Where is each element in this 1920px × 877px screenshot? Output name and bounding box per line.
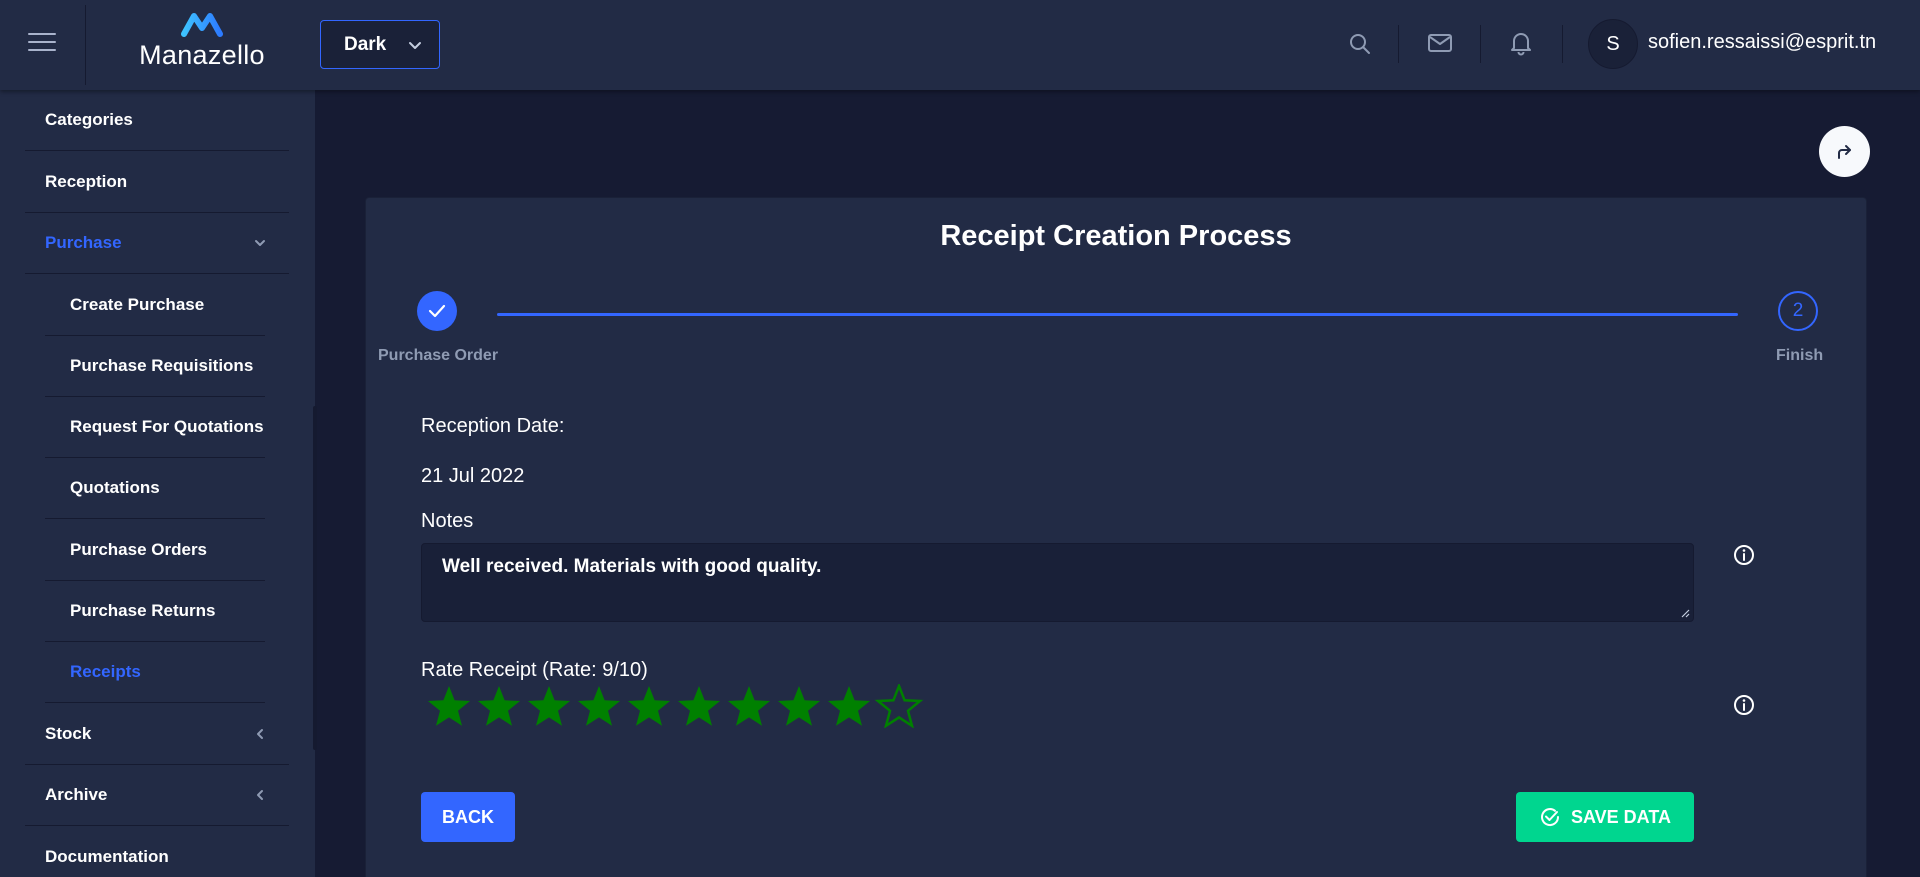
sidebar-item-request-for-quotations[interactable]: Request For Quotations xyxy=(45,397,265,458)
notes-textarea[interactable]: Well received. Materials with good quali… xyxy=(421,543,1694,622)
chevron-left-icon xyxy=(257,790,263,800)
top-header: Manazello Dark S sofien.ressaissi@esprit… xyxy=(0,0,1920,90)
star-filled-icon[interactable] xyxy=(474,684,524,728)
sidebar-item-create-purchase[interactable]: Create Purchase xyxy=(45,275,265,336)
sidebar-item-quotations[interactable]: Quotations xyxy=(45,458,265,519)
sidebar-item-label: Purchase Requisitions xyxy=(70,356,254,375)
info-icon[interactable] xyxy=(1733,694,1755,716)
logo-text: Manazello xyxy=(139,40,265,70)
sidebar-item-label: Reception xyxy=(45,172,128,191)
reception-date-label: Reception Date: xyxy=(421,415,565,437)
star-filled-icon[interactable] xyxy=(774,684,824,728)
user-email[interactable]: sofien.ressaissi@esprit.tn xyxy=(1648,31,1876,54)
sidebar-item-reception[interactable]: Reception xyxy=(25,152,289,213)
redo-arrow-icon xyxy=(1837,144,1851,159)
sidebar-item-label: Stock xyxy=(45,724,92,743)
search-icon[interactable] xyxy=(1349,33,1371,55)
theme-select-value: Dark xyxy=(344,33,387,55)
star-filled-icon[interactable] xyxy=(574,684,624,728)
check-circle-icon xyxy=(1540,808,1559,826)
star-filled-icon[interactable] xyxy=(424,684,474,728)
step-2-label: Finish xyxy=(1776,347,1824,364)
sidebar-item-label: Documentation xyxy=(45,846,169,866)
sidebar-scrollbar[interactable] xyxy=(313,406,317,750)
chevron-down-icon xyxy=(409,42,421,49)
sidebar-item-archive[interactable]: Archive xyxy=(25,765,289,826)
step-1-circle[interactable] xyxy=(417,291,457,331)
check-icon xyxy=(428,304,446,318)
star-filled-icon[interactable] xyxy=(724,684,774,728)
sidebar-item-purchase-orders[interactable]: Purchase Orders xyxy=(45,520,265,581)
logo[interactable]: Manazello xyxy=(138,10,266,76)
reception-date-value: 21 Jul 2022 xyxy=(421,465,525,487)
share-button[interactable] xyxy=(1819,126,1870,177)
rate-label: Rate Receipt (Rate: 9/10) xyxy=(421,659,648,681)
step-connector xyxy=(497,313,1738,316)
resize-handle-icon[interactable] xyxy=(1680,608,1690,618)
header-separator xyxy=(1398,25,1399,63)
step-1-label: Purchase Order xyxy=(378,347,499,364)
avatar[interactable]: S xyxy=(1588,19,1638,69)
sidebar-item-label: Archive xyxy=(45,785,108,804)
sidebar: Categories Reception Purchase Create Pur… xyxy=(0,90,317,877)
sidebar-item-categories[interactable]: Categories xyxy=(25,90,289,151)
logo-mark-icon xyxy=(181,13,223,37)
sidebar-item-purchase[interactable]: Purchase xyxy=(25,213,289,274)
rating-stars[interactable] xyxy=(424,684,924,728)
step-2-circle[interactable]: 2 xyxy=(1778,291,1818,331)
info-icon[interactable] xyxy=(1733,544,1755,566)
star-filled-icon[interactable] xyxy=(674,684,724,728)
header-separator xyxy=(1480,25,1481,63)
sidebar-item-stock[interactable]: Stock xyxy=(25,704,289,765)
sidebar-item-purchase-returns[interactable]: Purchase Returns xyxy=(45,581,265,642)
mail-icon[interactable] xyxy=(1427,32,1453,54)
sidebar-item-documentation[interactable]: Documentation xyxy=(25,826,289,877)
sidebar-item-label: Quotations xyxy=(70,478,160,497)
chevron-left-icon xyxy=(257,729,263,739)
star-filled-icon[interactable] xyxy=(524,684,574,728)
chevron-down-icon xyxy=(255,240,265,246)
sidebar-item-label: Purchase xyxy=(45,233,122,252)
star-empty-icon[interactable] xyxy=(874,684,924,728)
theme-select[interactable]: Dark xyxy=(320,20,440,69)
notes-text: Well received. Materials with good quali… xyxy=(442,556,822,577)
menu-icon[interactable] xyxy=(28,33,56,55)
page-title: Receipt Creation Process xyxy=(940,220,1292,252)
receipt-card: Receipt Creation Process 2 Purchase Orde… xyxy=(365,197,1867,877)
sidebar-item-receipts[interactable]: Receipts xyxy=(45,642,265,703)
back-button[interactable]: BACK xyxy=(421,792,515,842)
save-data-button[interactable]: SAVE DATA xyxy=(1516,792,1694,842)
header-divider xyxy=(85,5,86,85)
sidebar-item-label: Create Purchase xyxy=(70,295,205,314)
sidebar-item-label: Receipts xyxy=(70,662,141,681)
bell-icon[interactable] xyxy=(1509,30,1533,56)
sidebar-item-label: Purchase Orders xyxy=(70,540,208,559)
sidebar-item-purchase-requisitions[interactable]: Purchase Requisitions xyxy=(45,336,265,397)
sidebar-item-label: Categories xyxy=(45,110,133,129)
sidebar-item-label: Request For Quotations xyxy=(70,417,264,436)
notes-label: Notes xyxy=(421,510,474,532)
star-filled-icon[interactable] xyxy=(824,684,874,728)
save-data-label: SAVE DATA xyxy=(1570,806,1671,827)
header-separator xyxy=(1562,25,1563,63)
sidebar-item-label: Purchase Returns xyxy=(70,601,216,620)
star-filled-icon[interactable] xyxy=(624,684,674,728)
